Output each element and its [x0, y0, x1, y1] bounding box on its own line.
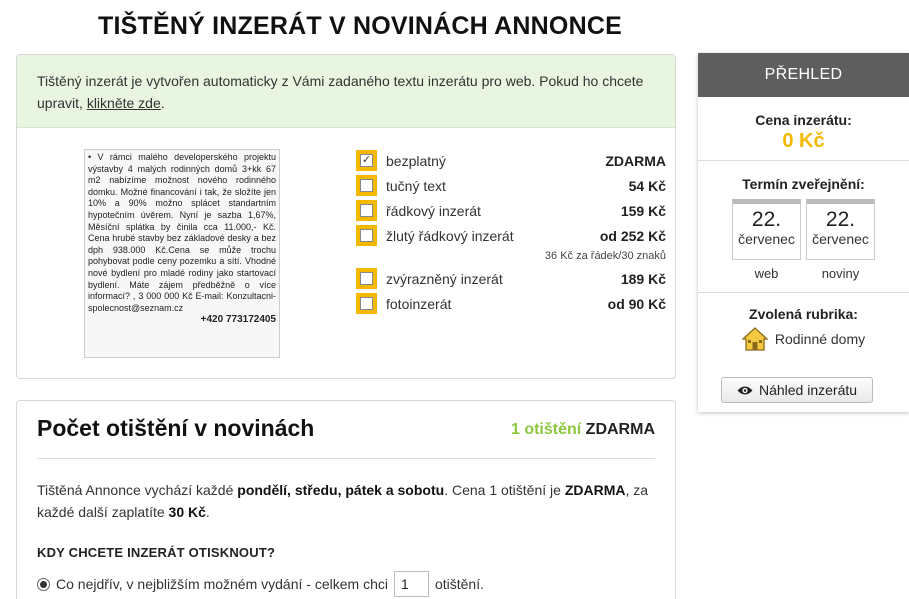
calendar-icon: 22. červenec [732, 199, 801, 260]
summary-header: PŘEHLED [698, 53, 909, 97]
web-date-caption: web [754, 266, 779, 281]
term-section: Termín zveřejnění: 22. červenec web 22. … [698, 161, 909, 293]
option-free[interactable]: ✓ bezplatný ZDARMA [356, 148, 666, 173]
checkbox-highlighted[interactable] [356, 268, 377, 289]
option-photo[interactable]: fotoinzerát od 90 Kč [356, 291, 666, 316]
count-description: Tištěná Annonce vychází každé pondělí, s… [37, 482, 649, 520]
asap-suffix: otištění. [434, 576, 484, 592]
option-label: tučný text [386, 177, 446, 194]
web-date: 22. červenec web [732, 199, 801, 281]
preview-ad-label: Náhled inzerátu [758, 382, 858, 398]
checkbox-free[interactable]: ✓ [356, 150, 377, 171]
print-count-input[interactable] [393, 571, 429, 597]
option-label: řádkový inzerát [386, 202, 481, 219]
option-line[interactable]: řádkový inzerát 159 Kč [356, 198, 666, 223]
info-end: . [160, 95, 165, 111]
count-price: ZDARMA [585, 421, 655, 438]
rubric-label: Zvolená rubrika: [749, 306, 858, 322]
count-number: 1 otištění [510, 421, 582, 438]
count-title: Počet otištění v novinách [37, 415, 315, 441]
option-label: žlutý řádkový inzerát [386, 227, 514, 244]
radio-dot-icon [40, 580, 47, 588]
info-message: Tištěný inzerát je vytvořen automaticky … [17, 55, 675, 128]
house-icon [741, 327, 768, 351]
check-icon: ✓ [360, 154, 373, 167]
option-price: 54 Kč [628, 177, 666, 194]
count-summary: 1 otištění ZDARMA [511, 421, 655, 439]
option-price: 159 Kč [620, 202, 666, 219]
checkbox-line[interactable] [356, 200, 377, 221]
option-price: ZDARMA [605, 152, 666, 169]
asap-option[interactable]: Co nejdřív, v nejbližším možném vydání -… [37, 571, 484, 597]
ad-options: ✓ bezplatný ZDARMA tučný text 54 Kč řádk… [356, 148, 666, 316]
asap-label: Co nejdřív, v nejbližším možném vydání -… [56, 576, 388, 592]
option-price: od 252 Kč [599, 227, 666, 244]
print-ad-panel: Tištěný inzerát je vytvořen automaticky … [16, 54, 676, 379]
term-label: Termín zveřejnění: [742, 176, 865, 192]
print-date-caption: noviny [821, 266, 860, 281]
option-price: od 90 Kč [607, 295, 666, 312]
option-label: fotoinzerát [386, 295, 452, 312]
option-bold[interactable]: tučný text 54 Kč [356, 173, 666, 198]
checkbox-yellow-line[interactable] [356, 225, 377, 246]
ad-preview: • V rámci malého developerského projektu… [84, 149, 280, 358]
ad-preview-phone: +420 773172405 [200, 314, 276, 326]
option-price: 189 Kč [620, 270, 666, 287]
option-label: bezplatný [386, 152, 446, 169]
when-title: KDY CHCETE INZERÁT OTISKNOUT? [37, 545, 276, 560]
eye-icon [737, 386, 753, 394]
rubric-value: Rodinné domy [774, 331, 866, 347]
option-highlighted[interactable]: zvýrazněný inzerát 189 Kč [356, 266, 666, 291]
term-dates: 22. červenec web 22. červenec noviny [698, 199, 909, 281]
price-value: 0 Kč [782, 130, 825, 152]
summary-panel: PŘEHLED Cena inzerátu: 0 Kč Termín zveře… [698, 53, 909, 412]
checkbox-bold[interactable] [356, 175, 377, 196]
asap-radio[interactable] [37, 577, 50, 591]
edit-link[interactable]: klikněte zde [87, 95, 161, 111]
preview-ad-button[interactable]: Náhled inzerátu [721, 377, 873, 403]
price-label: Cena inzerátu: [755, 112, 852, 128]
print-count-panel: Počet otištění v novinách 1 otištění ZDA… [16, 400, 676, 599]
page-title: TIŠTĚNÝ INZERÁT V NOVINÁCH ANNONCE [98, 12, 622, 40]
ad-preview-text: • V rámci malého developerského projektu… [88, 152, 276, 313]
option-note: 36 Kč za řádek/30 znaků [544, 250, 666, 262]
option-label: zvýrazněný inzerát [386, 270, 503, 287]
option-yellow-line[interactable]: žlutý řádkový inzerát od 252 Kč [356, 223, 666, 248]
rubric-section: Zvolená rubrika: Rodinné domy [698, 293, 909, 373]
price-section: Cena inzerátu: 0 Kč [698, 97, 909, 161]
checkbox-photo[interactable] [356, 293, 377, 314]
rubric: Rodinné domy [698, 326, 909, 352]
print-date: 22. červenec noviny [806, 199, 875, 281]
calendar-icon: 22. červenec [806, 199, 875, 260]
divider [37, 458, 655, 459]
